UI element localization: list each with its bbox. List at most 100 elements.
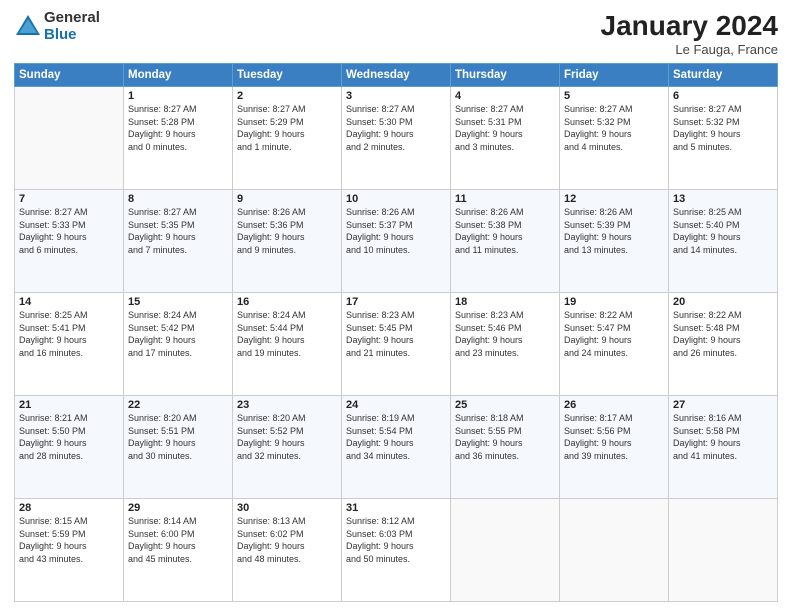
day-number: 6: [673, 90, 773, 102]
cell-content-line: and 0 minutes.: [128, 141, 228, 154]
calendar-cell: 10Sunrise: 8:26 AMSunset: 5:37 PMDayligh…: [342, 190, 451, 293]
month-title: January 2024: [601, 10, 778, 42]
cell-content-line: Daylight: 9 hours: [673, 334, 773, 347]
cell-content-line: Sunrise: 8:26 AM: [237, 206, 337, 219]
day-number: 20: [673, 296, 773, 308]
cell-content-line: and 28 minutes.: [19, 450, 119, 463]
calendar-cell: 22Sunrise: 8:20 AMSunset: 5:51 PMDayligh…: [124, 396, 233, 499]
col-header-wednesday: Wednesday: [342, 64, 451, 87]
cell-content-line: Daylight: 9 hours: [237, 128, 337, 141]
cell-content-line: Sunrise: 8:27 AM: [673, 103, 773, 116]
cell-content-line: Sunset: 5:32 PM: [564, 116, 664, 129]
cell-content-line: and 2 minutes.: [346, 141, 446, 154]
col-header-thursday: Thursday: [451, 64, 560, 87]
cell-content-line: Sunrise: 8:27 AM: [455, 103, 555, 116]
cell-content-line: and 34 minutes.: [346, 450, 446, 463]
cell-content-line: Sunrise: 8:24 AM: [128, 309, 228, 322]
cell-content-line: and 50 minutes.: [346, 553, 446, 566]
col-header-monday: Monday: [124, 64, 233, 87]
cell-content-line: Sunrise: 8:23 AM: [346, 309, 446, 322]
week-row-2: 7Sunrise: 8:27 AMSunset: 5:33 PMDaylight…: [15, 190, 778, 293]
page: General Blue January 2024 Le Fauga, Fran…: [0, 0, 792, 612]
cell-content-line: Sunset: 5:33 PM: [19, 219, 119, 232]
cell-content-line: and 3 minutes.: [455, 141, 555, 154]
cell-content-line: Daylight: 9 hours: [128, 540, 228, 553]
cell-content-line: Daylight: 9 hours: [128, 128, 228, 141]
calendar-cell: 9Sunrise: 8:26 AMSunset: 5:36 PMDaylight…: [233, 190, 342, 293]
calendar-cell: 21Sunrise: 8:21 AMSunset: 5:50 PMDayligh…: [15, 396, 124, 499]
cell-content-line: Sunset: 6:03 PM: [346, 528, 446, 541]
calendar-cell: 4Sunrise: 8:27 AMSunset: 5:31 PMDaylight…: [451, 87, 560, 190]
day-number: 21: [19, 399, 119, 411]
day-number: 13: [673, 193, 773, 205]
cell-content-line: and 41 minutes.: [673, 450, 773, 463]
day-number: 24: [346, 399, 446, 411]
cell-content-line: and 36 minutes.: [455, 450, 555, 463]
cell-content-line: Daylight: 9 hours: [19, 334, 119, 347]
cell-content-line: Daylight: 9 hours: [19, 231, 119, 244]
calendar-cell: 18Sunrise: 8:23 AMSunset: 5:46 PMDayligh…: [451, 293, 560, 396]
cell-content-line: Daylight: 9 hours: [673, 128, 773, 141]
day-number: 19: [564, 296, 664, 308]
cell-content-line: Daylight: 9 hours: [237, 540, 337, 553]
cell-content-line: Sunrise: 8:27 AM: [564, 103, 664, 116]
cell-content-line: Sunset: 5:54 PM: [346, 425, 446, 438]
cell-content-line: Sunrise: 8:22 AM: [673, 309, 773, 322]
calendar-cell: [669, 499, 778, 602]
cell-content-line: and 13 minutes.: [564, 244, 664, 257]
cell-content-line: and 17 minutes.: [128, 347, 228, 360]
calendar-cell: 7Sunrise: 8:27 AMSunset: 5:33 PMDaylight…: [15, 190, 124, 293]
calendar-cell: 20Sunrise: 8:22 AMSunset: 5:48 PMDayligh…: [669, 293, 778, 396]
cell-content-line: Sunset: 5:32 PM: [673, 116, 773, 129]
day-number: 3: [346, 90, 446, 102]
day-number: 7: [19, 193, 119, 205]
day-number: 29: [128, 502, 228, 514]
calendar-cell: 15Sunrise: 8:24 AMSunset: 5:42 PMDayligh…: [124, 293, 233, 396]
calendar-cell: 30Sunrise: 8:13 AMSunset: 6:02 PMDayligh…: [233, 499, 342, 602]
cell-content-line: Sunset: 5:59 PM: [19, 528, 119, 541]
day-number: 16: [237, 296, 337, 308]
cell-content-line: Sunset: 5:29 PM: [237, 116, 337, 129]
header: General Blue January 2024 Le Fauga, Fran…: [14, 10, 778, 57]
cell-content-line: Daylight: 9 hours: [237, 334, 337, 347]
cell-content-line: Sunrise: 8:14 AM: [128, 515, 228, 528]
cell-content-line: Sunrise: 8:24 AM: [237, 309, 337, 322]
cell-content-line: Sunrise: 8:27 AM: [128, 103, 228, 116]
cell-content-line: and 39 minutes.: [564, 450, 664, 463]
cell-content-line: and 16 minutes.: [19, 347, 119, 360]
cell-content-line: and 5 minutes.: [673, 141, 773, 154]
day-number: 18: [455, 296, 555, 308]
cell-content-line: Daylight: 9 hours: [128, 334, 228, 347]
title-block: January 2024 Le Fauga, France: [601, 10, 778, 57]
day-number: 11: [455, 193, 555, 205]
cell-content-line: Sunset: 5:35 PM: [128, 219, 228, 232]
cell-content-line: Sunrise: 8:22 AM: [564, 309, 664, 322]
cell-content-line: Sunrise: 8:13 AM: [237, 515, 337, 528]
cell-content-line: and 4 minutes.: [564, 141, 664, 154]
cell-content-line: Sunrise: 8:23 AM: [455, 309, 555, 322]
cell-content-line: Daylight: 9 hours: [237, 231, 337, 244]
cell-content-line: Sunrise: 8:15 AM: [19, 515, 119, 528]
cell-content-line: and 6 minutes.: [19, 244, 119, 257]
cell-content-line: Sunrise: 8:19 AM: [346, 412, 446, 425]
cell-content-line: Sunset: 5:52 PM: [237, 425, 337, 438]
cell-content-line: Sunrise: 8:27 AM: [346, 103, 446, 116]
cell-content-line: Daylight: 9 hours: [455, 231, 555, 244]
cell-content-line: Sunrise: 8:25 AM: [673, 206, 773, 219]
calendar-cell: 27Sunrise: 8:16 AMSunset: 5:58 PMDayligh…: [669, 396, 778, 499]
day-number: 15: [128, 296, 228, 308]
day-number: 10: [346, 193, 446, 205]
cell-content-line: and 32 minutes.: [237, 450, 337, 463]
cell-content-line: Sunrise: 8:26 AM: [346, 206, 446, 219]
logo-general-text: General: [44, 10, 100, 27]
day-number: 12: [564, 193, 664, 205]
cell-content-line: Sunrise: 8:27 AM: [19, 206, 119, 219]
day-number: 26: [564, 399, 664, 411]
cell-content-line: Sunrise: 8:27 AM: [237, 103, 337, 116]
day-number: 22: [128, 399, 228, 411]
cell-content-line: Daylight: 9 hours: [455, 334, 555, 347]
cell-content-line: Sunrise: 8:20 AM: [237, 412, 337, 425]
cell-content-line: Sunset: 5:56 PM: [564, 425, 664, 438]
cell-content-line: Sunrise: 8:12 AM: [346, 515, 446, 528]
cell-content-line: Daylight: 9 hours: [564, 437, 664, 450]
